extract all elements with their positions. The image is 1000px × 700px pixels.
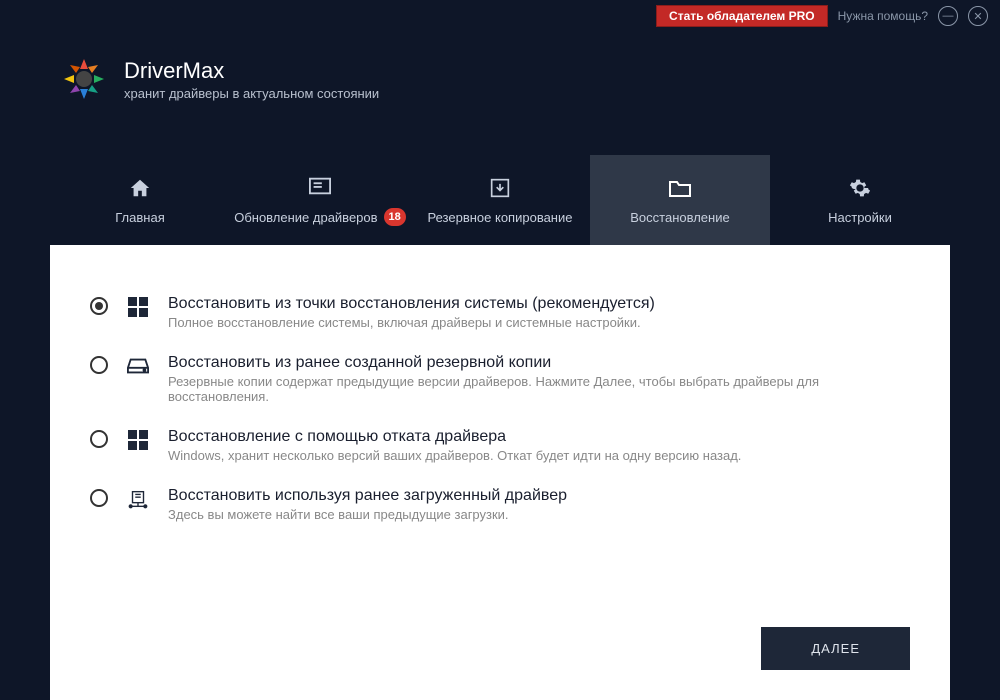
option-title: Восстановить из ранее созданной резервно… <box>168 354 910 372</box>
tab-label: Резервное копирование <box>428 210 573 225</box>
tab-updates[interactable]: Обновление драйверов 18 <box>230 155 410 245</box>
tab-settings[interactable]: Настройки <box>770 155 950 245</box>
option-desc: Здесь вы можете найти все ваши предыдущи… <box>168 507 567 522</box>
minimize-icon: — <box>943 10 954 22</box>
close-icon: ✕ <box>973 10 982 23</box>
radio[interactable] <box>90 489 108 507</box>
radio[interactable] <box>90 356 108 374</box>
tab-home[interactable]: Главная <box>50 155 230 245</box>
tab-backup[interactable]: Резервное копирование <box>410 155 590 245</box>
network-driver-icon <box>126 487 150 511</box>
tab-restore[interactable]: Восстановление <box>590 155 770 245</box>
radio[interactable] <box>90 430 108 448</box>
tab-label: Главная <box>115 210 164 225</box>
app-header: DriverMax хранит драйверы в актуальном с… <box>60 55 379 103</box>
option-title: Восстановить используя ранее загруженный… <box>168 487 567 505</box>
folder-icon <box>668 176 692 200</box>
tab-label: Обновление драйверов <box>234 210 377 225</box>
windows-icon <box>126 428 150 452</box>
option-restore-point[interactable]: Восстановить из точки восстановления сис… <box>90 295 910 330</box>
updates-badge: 18 <box>384 208 406 226</box>
radio-selected[interactable] <box>90 297 108 315</box>
brand-title: DriverMax <box>124 58 379 84</box>
option-backup[interactable]: Восстановить из ранее созданной резервно… <box>90 354 910 404</box>
option-downloaded[interactable]: Восстановить используя ранее загруженный… <box>90 487 910 522</box>
option-title: Восстановление с помощью отката драйвера <box>168 428 741 446</box>
gear-icon <box>848 176 872 200</box>
option-desc: Резервные копии содержат предыдущие верс… <box>168 374 910 404</box>
option-desc: Полное восстановление системы, включая д… <box>168 315 655 330</box>
tab-label: Настройки <box>828 210 892 225</box>
pro-button[interactable]: Стать обладателем PRO <box>656 5 828 27</box>
option-title: Восстановить из точки восстановления сис… <box>168 295 655 313</box>
next-button[interactable]: ДАЛЕЕ <box>761 627 910 670</box>
close-button[interactable]: ✕ <box>968 6 988 26</box>
list-icon <box>308 174 332 198</box>
disk-icon <box>126 354 150 378</box>
windows-icon <box>126 295 150 319</box>
home-icon <box>128 176 152 200</box>
option-desc: Windows, хранит несколько версий ваших д… <box>168 448 741 463</box>
tab-label: Восстановление <box>630 210 729 225</box>
option-rollback[interactable]: Восстановление с помощью отката драйвера… <box>90 428 910 463</box>
app-logo-icon <box>60 55 108 103</box>
help-link[interactable]: Нужна помощь? <box>838 9 928 23</box>
content-panel: Восстановить из точки восстановления сис… <box>50 245 950 700</box>
nav-tabs: Главная Обновление драйверов 18 Резервное… <box>50 155 950 245</box>
brand-subtitle: хранит драйверы в актуальном состоянии <box>124 86 379 101</box>
download-icon <box>488 176 512 200</box>
minimize-button[interactable]: — <box>938 6 958 26</box>
